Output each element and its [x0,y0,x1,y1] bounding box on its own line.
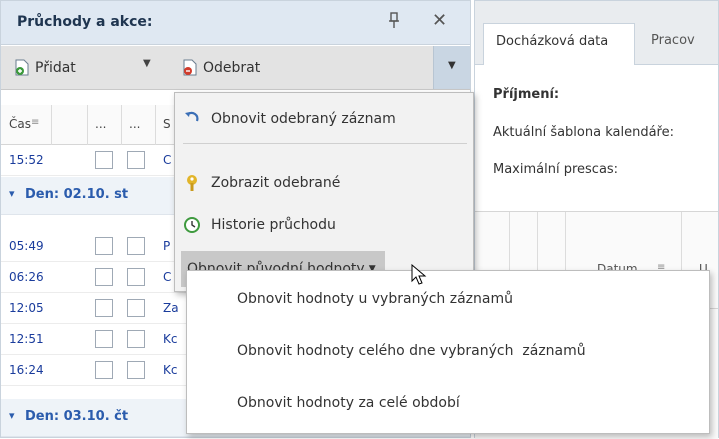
row-checkbox[interactable] [127,151,145,169]
row-checkbox[interactable] [95,268,113,286]
key-icon [187,175,197,191]
close-icon[interactable]: ✕ [432,12,447,30]
column-b[interactable]: ... [129,117,140,131]
row-time: 05:49 [9,239,44,253]
add-label: Přidat [35,59,76,76]
row-text: C [163,270,172,284]
column-a[interactable]: ... [95,117,106,131]
divider [121,105,122,145]
row-time: 06:26 [9,270,44,284]
pin-icon[interactable] [387,12,401,30]
panel-title: Průchody a akce: [17,14,153,30]
remove-document-icon [183,59,197,76]
column-c[interactable]: S [163,117,171,131]
column-time[interactable]: Čas [9,117,31,131]
remove-dropdown-button[interactable]: ▼ [433,46,470,89]
menu-item-label: Obnovit odebraný záznam [211,111,396,127]
submenu-item-selected[interactable]: Obnovit hodnoty u vybraných záznamů [237,291,513,307]
row-checkbox[interactable] [95,299,113,317]
day-label: Den: 03.10. čt [25,409,129,424]
submenu-item-period[interactable]: Obnovit hodnoty za celé období [237,395,460,411]
divider [51,105,52,145]
row-time: 12:51 [9,332,44,346]
chevron-down-icon: ▼ [448,60,456,71]
toolbar: Přidat ▼ Odebrat ▼ [1,46,470,90]
row-checkbox[interactable] [127,237,145,255]
row-text: Kc [163,363,178,377]
row-text: P [163,239,171,253]
add-button[interactable]: Přidat [15,59,76,76]
menu-item-show-removed[interactable]: Zobrazit odebrané [183,165,340,201]
day-label: Den: 02.10. st [25,187,129,202]
row-checkbox[interactable] [95,330,113,348]
tab-work[interactable]: Pracov [639,23,719,65]
menu-item-label: Historie průchodu [211,217,336,233]
submenu-item-day[interactable]: Obnovit hodnoty celého dne vybraných záz… [237,343,586,359]
chevron-down-icon[interactable]: ▾ [9,409,15,422]
row-checkbox[interactable] [127,361,145,379]
mouse-cursor-icon [411,264,427,285]
menu-separator [183,143,467,144]
row-checkbox[interactable] [127,268,145,286]
add-document-icon [15,59,29,76]
sort-icon: ≡ [31,117,40,128]
tab-bar: Docházková data Pracov [475,1,718,65]
chevron-down-icon[interactable]: ▾ [9,187,15,200]
row-checkbox[interactable] [127,330,145,348]
row-time: 12:05 [9,301,44,315]
row-checkbox[interactable] [127,299,145,317]
row-text: C [163,153,172,167]
history-icon [184,217,200,233]
panel-header: Průchody a akce: ✕ [1,1,470,45]
undo-icon [185,111,199,122]
menu-item-label: Zobrazit odebrané [211,175,341,191]
row-text: Za [163,301,179,315]
restore-submenu: Obnovit hodnoty u vybraných záznamů Obno… [186,270,710,434]
tab-attendance-data[interactable]: Docházková data [483,23,635,65]
context-menu: Obnovit odebraný záznam Zobrazit odebran… [174,92,474,292]
row-checkbox[interactable] [95,151,113,169]
divider [155,105,156,145]
surname-label: Příjmení: [493,87,560,102]
row-checkbox[interactable] [95,361,113,379]
template-label: Aktuální šablona kalendáře: [493,125,674,140]
row-checkbox[interactable] [95,237,113,255]
divider [87,105,88,145]
row-time: 16:24 [9,363,44,377]
overtime-label: Maximální prescas: [493,162,619,177]
add-dropdown-icon[interactable]: ▼ [143,58,151,69]
row-time: 15:52 [9,153,44,167]
row-text: Kc [163,332,178,346]
remove-label: Odebrat [203,59,261,76]
remove-button[interactable]: Odebrat [183,59,260,76]
menu-item-history[interactable]: Historie průchodu [183,207,336,243]
menu-item-restore-removed[interactable]: Obnovit odebraný záznam [183,101,396,137]
